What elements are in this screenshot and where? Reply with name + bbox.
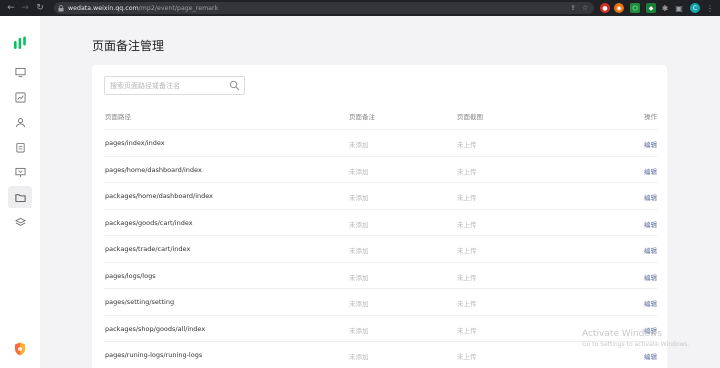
edit-button[interactable]: 编辑 (644, 166, 657, 176)
sidebar-item-screen[interactable] (8, 161, 32, 183)
table-row: pages/setting/setting 未添加 未上传 编辑 (104, 288, 657, 315)
table-header: 页面路径 页面备注 页面截图 操作 (104, 111, 657, 129)
table-row: pages/logs/logs 未添加 未上传 编辑 (104, 261, 657, 289)
activate-windows-watermark: Activate Windows Go to Settings to activ… (582, 329, 689, 348)
forward-icon[interactable]: → (18, 1, 32, 15)
sidebar-item-reports[interactable] (8, 136, 32, 158)
edit-button[interactable]: 编辑 (644, 272, 657, 282)
cell-remark: 未添加 (349, 273, 369, 282)
search-placeholder: 搜索页面路径或备注名 (110, 81, 180, 90)
cell-path: pages/runing-logs/runing-logs (105, 351, 203, 359)
edit-button[interactable]: 编辑 (644, 219, 657, 229)
presentation-icon (15, 167, 25, 177)
url-domain: wedata.weixin.qq.com (68, 4, 139, 12)
sidebar-item-users[interactable] (8, 111, 32, 133)
address-bar[interactable]: wedata.weixin.qq.com/mp2/event/page_rema… (54, 2, 594, 14)
sidebar-item-analytics[interactable] (8, 86, 32, 108)
extension-icon-2[interactable]: ◉ (614, 3, 624, 13)
extensions-puzzle-icon[interactable]: ✱ (660, 3, 670, 13)
cell-path: pages/logs/logs (105, 271, 156, 280)
edit-button[interactable]: 编辑 (644, 192, 657, 202)
content-card: 搜索页面路径或备注名 页面路径 页面备注 页面截图 操作 pages/index… (92, 65, 667, 368)
sidepanel-icon[interactable]: ▣ (674, 3, 684, 13)
table-row: packages/goods/cart/index 未添加 未上传 编辑 (104, 208, 657, 236)
cell-remark: 未添加 (349, 141, 369, 149)
brand-logo[interactable] (13, 36, 27, 50)
lock-icon (58, 5, 64, 12)
clipboard-icon (15, 142, 25, 152)
cell-screenshot: 未上传 (457, 141, 477, 149)
header-screenshot: 页面截图 (457, 113, 483, 121)
sidebar-item-monitor[interactable] (8, 61, 32, 83)
search-icon[interactable] (229, 80, 240, 91)
sidebar-item-folder[interactable] (8, 186, 32, 208)
cell-screenshot: 未上传 (457, 353, 477, 361)
more-menu-icon[interactable]: ⋮ (705, 3, 715, 13)
cell-path: packages/shop/goods/all/index (105, 324, 206, 333)
cell-screenshot: 未上传 (457, 167, 477, 176)
cell-path: pages/setting/setting (105, 298, 175, 306)
edit-button[interactable]: 编辑 (644, 298, 657, 308)
cell-remark: 未添加 (349, 300, 369, 308)
header-remark: 页面备注 (349, 113, 375, 121)
cell-screenshot: 未上传 (457, 220, 477, 229)
cell-remark: 未添加 (349, 247, 369, 255)
edit-button[interactable]: 编辑 (644, 245, 657, 255)
cell-path: packages/home/dashboard/index (105, 192, 213, 200)
tencent-shield-icon[interactable] (14, 342, 26, 356)
cell-path: packages/trade/cart/index (105, 245, 191, 253)
sidebar (0, 16, 40, 368)
header-action: 操作 (644, 113, 657, 121)
layers-icon (14, 217, 26, 226)
bookmark-star-icon[interactable]: ☆ (580, 3, 590, 13)
cell-path: pages/home/dashboard/index (105, 165, 202, 174)
extension-icon-1[interactable]: ● (600, 3, 610, 13)
table-row: packages/shop/goods/all/index 未添加 未上传 编辑 (104, 314, 657, 342)
extension-icon-4[interactable]: ◆ (646, 3, 656, 13)
cell-remark: 未添加 (349, 353, 369, 361)
search-input[interactable]: 搜索页面路径或备注名 (104, 76, 245, 95)
sidebar-item-layers[interactable] (8, 211, 32, 233)
page-title: 页面备注管理 (92, 39, 165, 53)
edit-button[interactable]: 编辑 (644, 351, 657, 361)
reload-icon[interactable]: ↻ (33, 1, 47, 15)
back-icon[interactable]: ← (4, 1, 18, 15)
url-text: wedata.weixin.qq.com/mp2/event/page_rema… (68, 5, 218, 12)
cell-screenshot: 未上传 (457, 247, 477, 255)
extension-icon-3[interactable]: ⬡ (630, 3, 640, 13)
share-icon[interactable]: ⇪ (568, 3, 578, 13)
cell-path: pages/index/index (105, 139, 165, 147)
edit-button[interactable]: 编辑 (644, 139, 657, 149)
table-row: packages/trade/cart/index 未添加 未上传 编辑 (104, 235, 657, 262)
cell-remark: 未添加 (349, 194, 369, 202)
table-row: packages/home/dashboard/index 未添加 未上传 编辑 (104, 182, 657, 209)
table-row: pages/index/index 未添加 未上传 编辑 (104, 129, 657, 156)
monitor-icon (15, 67, 25, 77)
cell-screenshot: 未上传 (457, 194, 477, 202)
cell-remark: 未添加 (349, 167, 369, 176)
header-path: 页面路径 (105, 113, 131, 121)
folder-icon (15, 193, 25, 202)
cell-remark: 未添加 (349, 326, 369, 335)
cell-screenshot: 未上传 (457, 273, 477, 282)
browser-toolbar: ← → ↻ wedata.weixin.qq.com/mp2/event/pag… (0, 0, 720, 16)
watermark-subtitle: Go to Settings to activate Windows. (582, 341, 690, 348)
url-path: /mp2/event/page_remark (138, 4, 219, 12)
watermark-title: Activate Windows (582, 329, 662, 339)
profile-avatar[interactable]: C (690, 3, 700, 13)
cell-screenshot: 未上传 (457, 326, 477, 335)
cell-remark: 未添加 (349, 220, 369, 229)
table-row: pages/home/dashboard/index 未添加 未上传 编辑 (104, 155, 657, 183)
cell-screenshot: 未上传 (457, 300, 477, 308)
cell-path: packages/goods/cart/index (105, 218, 193, 227)
user-icon (15, 117, 25, 127)
table-row: pages/runing-logs/runing-logs 未添加 未上传 编辑 (104, 341, 657, 368)
chart-trend-icon (15, 92, 25, 102)
